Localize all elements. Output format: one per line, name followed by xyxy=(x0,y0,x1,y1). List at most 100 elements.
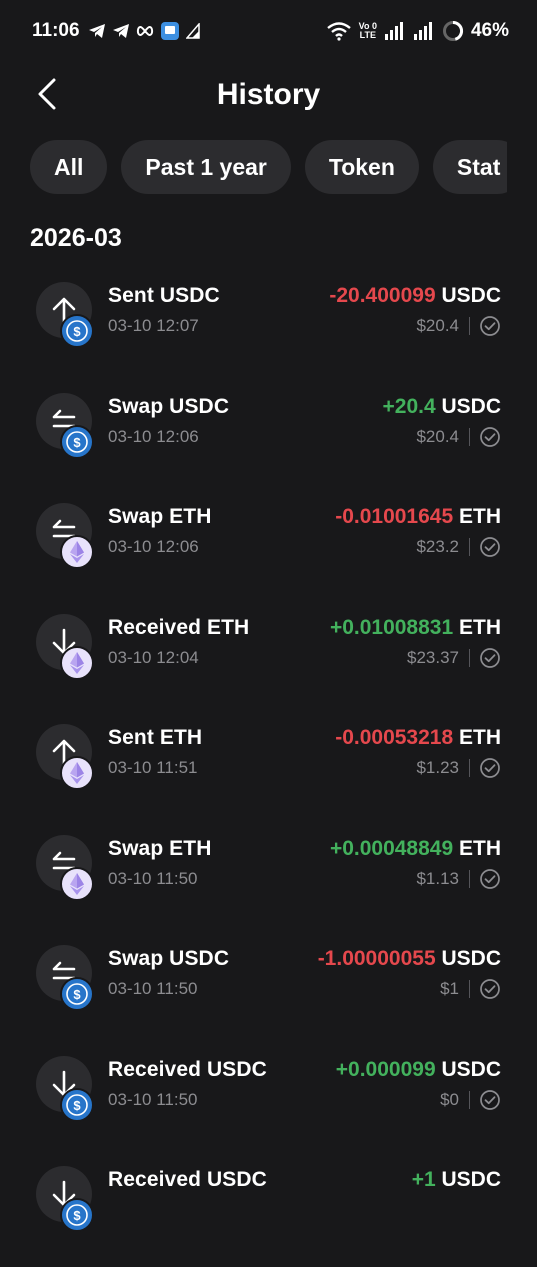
amount-unit: ETH xyxy=(459,836,501,860)
fiat-value: $0 xyxy=(440,1089,459,1109)
divider xyxy=(469,1090,470,1109)
divider xyxy=(469,980,470,998)
amount-value: +0.01008831 xyxy=(329,615,454,639)
amount-value: +1 xyxy=(411,1168,436,1191)
transaction-time: 03-10 12:04 xyxy=(108,647,199,667)
check-circle-icon xyxy=(480,426,500,447)
transaction-title: Swap USDC xyxy=(108,394,230,418)
transaction-amount: -0.01001645 ETH xyxy=(335,505,501,529)
transaction-icon: $ xyxy=(36,282,94,348)
usdc-token-icon: $ xyxy=(60,424,94,459)
filter-chip-status[interactable]: Stat xyxy=(432,140,507,194)
transaction-icon xyxy=(36,724,94,790)
usdc-token-icon: $ xyxy=(60,314,94,348)
amount-unit: ETH xyxy=(459,505,501,528)
transaction-amount: -1.00000055 USDC xyxy=(318,947,501,971)
transaction-amount: -20.400099 USDC xyxy=(329,284,501,308)
check-circle-icon xyxy=(480,979,500,999)
transaction-row[interactable]: Swap ETH 03-10 12:06 -0.01001645 ETH $23.2 xyxy=(0,493,537,604)
transaction-time: 03-10 12:06 xyxy=(108,537,199,556)
transaction-row[interactable]: $ Received USDC 03-10 11:50 +0.000099 USDC $… xyxy=(0,1046,537,1157)
amount-value: +0.000099 xyxy=(335,1057,436,1081)
amount-unit: ETH xyxy=(459,615,501,639)
month-group-label: 2026-03 xyxy=(30,224,122,252)
transaction-fiat-row: $1.23 xyxy=(416,756,501,780)
transaction-row[interactable]: Received ETH 03-10 12:04 +0.01008831 ETH $2… xyxy=(0,604,537,715)
check-circle-icon xyxy=(480,868,500,889)
transaction-icon: $ xyxy=(36,392,94,459)
eth-token-icon xyxy=(60,866,94,901)
transaction-time: 03-10 11:50 xyxy=(108,979,198,998)
amount-unit: USDC xyxy=(441,1057,501,1081)
filter-chip-period[interactable]: Past 1 year xyxy=(121,140,291,194)
divider xyxy=(469,317,470,335)
transaction-row[interactable]: $ Swap USDC 03-10 11:50 -1.00000055 USDC $1 xyxy=(0,935,537,1046)
filter-chips: All Past 1 year Token Stat xyxy=(30,140,507,194)
transaction-title: Sent USDC xyxy=(108,284,220,307)
check-circle-icon xyxy=(480,647,500,668)
page-title: History xyxy=(216,78,321,111)
transaction-icon xyxy=(36,613,94,680)
eth-token-icon xyxy=(60,756,94,790)
amount-unit: USDC xyxy=(441,1168,501,1191)
signal-icon xyxy=(186,23,200,39)
wifi-icon xyxy=(326,22,351,41)
amount-value: +20.4 xyxy=(382,394,436,418)
transaction-time: 03-10 12:07 xyxy=(108,316,199,335)
transaction-row[interactable]: Sent ETH 03-10 11:51 -0.00053218 ETH $1.23 xyxy=(0,714,537,825)
cell-signal-icon xyxy=(413,22,432,40)
transaction-title: Swap ETH xyxy=(108,505,212,528)
amount-unit: ETH xyxy=(459,726,501,749)
transaction-title: Swap USDC xyxy=(108,947,230,970)
amount-value: -1.00000055 xyxy=(317,947,436,970)
fiat-value: $1.23 xyxy=(416,758,459,777)
battery-percent: 46% xyxy=(470,20,509,41)
svg-text:$: $ xyxy=(73,1208,81,1223)
transaction-fiat-row: $20.4 xyxy=(416,425,501,449)
transaction-row[interactable]: $ Received USDC +1 USDC xyxy=(0,1156,537,1267)
filter-chip-all[interactable]: All xyxy=(30,140,108,194)
telegram-icon xyxy=(113,24,129,38)
transaction-time: 03-10 11:50 xyxy=(108,1089,198,1109)
status-time: 11:06 xyxy=(32,20,80,41)
transaction-fiat-row: $1.13 xyxy=(416,867,501,891)
transaction-row[interactable]: $ Sent USDC 03-10 12:07 -20.400099 USDC $20.… xyxy=(0,272,537,383)
divider xyxy=(469,427,470,446)
header: History xyxy=(0,60,537,130)
transaction-fiat-row: $0 xyxy=(440,1088,501,1112)
svg-text:$: $ xyxy=(73,435,81,450)
amount-value: -0.01001645 xyxy=(335,505,454,528)
fiat-value: $23.37 xyxy=(407,647,459,667)
transaction-icon: $ xyxy=(36,1166,94,1232)
eth-token-icon xyxy=(60,645,94,680)
transaction-title: Received USDC xyxy=(108,1057,267,1081)
network-type: Vo 0 LTE xyxy=(358,21,377,40)
fiat-value: $20.4 xyxy=(416,426,459,446)
check-circle-icon xyxy=(480,537,500,557)
infinity-icon xyxy=(136,26,154,36)
fiat-value: $1.13 xyxy=(416,868,459,888)
amount-value: -20.400099 xyxy=(329,284,436,307)
eth-token-icon xyxy=(60,535,94,569)
amount-unit: USDC xyxy=(441,394,501,418)
fiat-value: $1 xyxy=(440,979,459,998)
transaction-fiat-row: $23.2 xyxy=(416,535,501,559)
transaction-fiat-row: $20.4 xyxy=(416,314,501,338)
transaction-icon xyxy=(36,503,94,569)
transaction-list: $ Sent USDC 03-10 12:07 -20.400099 USDC $20.… xyxy=(0,272,537,1267)
transaction-icon: $ xyxy=(36,1055,94,1122)
transaction-amount: +0.00048849 ETH xyxy=(330,837,501,861)
transaction-amount: +20.4 USDC xyxy=(383,395,502,419)
filter-chip-token[interactable]: Token xyxy=(304,140,419,194)
transaction-row[interactable]: $ Swap USDC 03-10 12:06 +20.4 USDC $20.4 xyxy=(0,383,537,494)
status-bar: 11:06 Vo 0 LTE 46% xyxy=(0,0,537,60)
transaction-icon: $ xyxy=(36,945,94,1011)
transaction-title: Sent ETH xyxy=(108,726,203,749)
transaction-row[interactable]: Swap ETH 03-10 11:50 +0.00048849 ETH $1.13 xyxy=(0,825,537,936)
transaction-fiat-row: $23.37 xyxy=(407,646,501,670)
transaction-amount: +0.01008831 ETH xyxy=(330,616,501,640)
divider xyxy=(469,869,470,888)
amount-value: +0.00048849 xyxy=(329,836,454,860)
amount-value: -0.00053218 xyxy=(335,726,454,749)
telegram-icon xyxy=(89,24,105,38)
